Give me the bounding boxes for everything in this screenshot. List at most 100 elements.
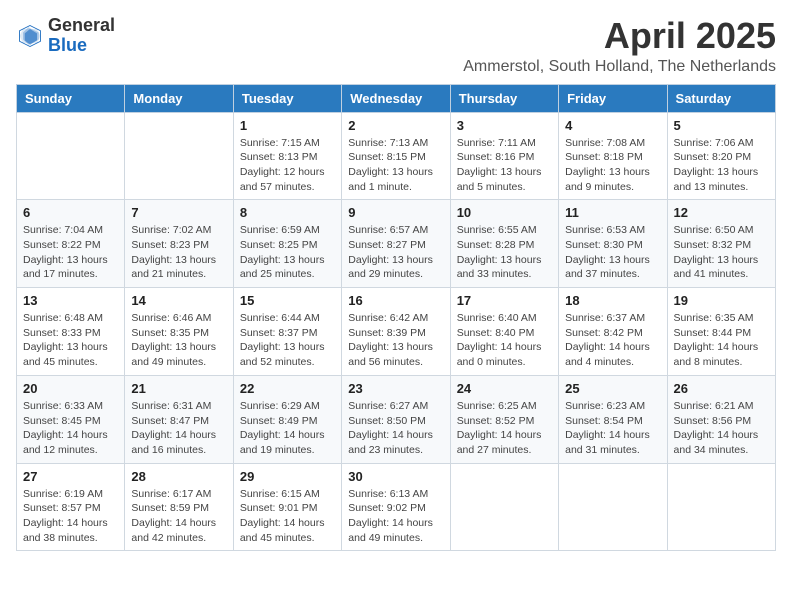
calendar-cell: 8Sunrise: 6:59 AM Sunset: 8:25 PM Daylig… [233,200,341,288]
day-info: Sunrise: 6:29 AM Sunset: 8:49 PM Dayligh… [240,399,335,458]
calendar-cell: 5 Sunrise: 7:06 AM Sunset: 8:20 PM Daylig… [667,112,775,200]
calendar-cell: 10 Sunrise: 6:55 AM Sunset: 8:28 PM Dayli… [450,200,558,288]
day-info: Sunrise: 6:17 AM Sunset: 8:59 PM Dayligh… [131,487,226,546]
day-info: Sunrise: 6:19 AM Sunset: 8:57 PM Dayligh… [23,487,118,546]
calendar-cell: 17 Sunrise: 6:40 AM Sunset: 8:40 PM Dayli… [450,288,558,376]
day-info: Sunrise: 6:40 AM Sunset: 8:40 PM Dayligh… [457,311,552,370]
calendar: SundayMondayTuesdayWednesdayThursdayFrid… [16,84,776,552]
day-info: Sunrise: 6:31 AM Sunset: 8:47 PM Dayligh… [131,399,226,458]
day-number: 16 [348,293,443,308]
calendar-cell: 24 Sunrise: 6:25 AM Sunset: 8:52 PM Dayli… [450,375,558,463]
day-number: 8 [240,205,335,220]
day-info: Sunrise: 6:50 AM Sunset: 8:32 PM Dayligh… [674,223,769,282]
header-day-saturday: Saturday [667,84,775,112]
week-row-0: 1 Sunrise: 7:15 AM Sunset: 8:13 PM Daylig… [17,112,776,200]
day-number: 9 [348,205,443,220]
calendar-cell [450,463,558,551]
day-info: Sunrise: 7:13 AM Sunset: 8:15 PM Dayligh… [348,136,443,195]
calendar-cell [17,112,125,200]
day-info: Sunrise: 6:48 AM Sunset: 8:33 PM Dayligh… [23,311,118,370]
day-number: 24 [457,381,552,396]
day-number: 3 [457,118,552,133]
calendar-cell: 1 Sunrise: 7:15 AM Sunset: 8:13 PM Daylig… [233,112,341,200]
day-number: 12 [674,205,769,220]
header-day-monday: Monday [125,84,233,112]
day-info: Sunrise: 6:46 AM Sunset: 8:35 PM Dayligh… [131,311,226,370]
calendar-cell: 29Sunrise: 6:15 AM Sunset: 9:01 PM Dayli… [233,463,341,551]
day-info: Sunrise: 6:35 AM Sunset: 8:44 PM Dayligh… [674,311,769,370]
calendar-cell: 22 Sunrise: 6:29 AM Sunset: 8:49 PM Dayli… [233,375,341,463]
calendar-cell: 25Sunrise: 6:23 AM Sunset: 8:54 PM Dayli… [559,375,667,463]
calendar-cell: 26Sunrise: 6:21 AM Sunset: 8:56 PM Dayli… [667,375,775,463]
day-number: 1 [240,118,335,133]
calendar-cell: 21 Sunrise: 6:31 AM Sunset: 8:47 PM Dayli… [125,375,233,463]
day-number: 4 [565,118,660,133]
day-number: 20 [23,381,118,396]
day-info: Sunrise: 6:42 AM Sunset: 8:39 PM Dayligh… [348,311,443,370]
title-area: April 2025 Ammerstol, South Holland, The… [463,16,776,76]
day-number: 15 [240,293,335,308]
calendar-cell: 13 Sunrise: 6:48 AM Sunset: 8:33 PM Dayli… [17,288,125,376]
calendar-cell [559,463,667,551]
calendar-cell: 18 Sunrise: 6:37 AM Sunset: 8:42 PM Dayli… [559,288,667,376]
logo-icon [16,22,44,50]
day-info: Sunrise: 6:37 AM Sunset: 8:42 PM Dayligh… [565,311,660,370]
day-number: 30 [348,469,443,484]
day-number: 13 [23,293,118,308]
day-number: 23 [348,381,443,396]
logo-text: General Blue [48,16,115,56]
day-info: Sunrise: 6:15 AM Sunset: 9:01 PM Dayligh… [240,487,335,546]
day-number: 22 [240,381,335,396]
day-info: Sunrise: 6:44 AM Sunset: 8:37 PM Dayligh… [240,311,335,370]
main-title: April 2025 [463,16,776,56]
day-number: 17 [457,293,552,308]
week-row-3: 20 Sunrise: 6:33 AM Sunset: 8:45 PM Dayli… [17,375,776,463]
calendar-cell: 20 Sunrise: 6:33 AM Sunset: 8:45 PM Dayli… [17,375,125,463]
day-number: 14 [131,293,226,308]
day-info: Sunrise: 6:25 AM Sunset: 8:52 PM Dayligh… [457,399,552,458]
day-info: Sunrise: 6:27 AM Sunset: 8:50 PM Dayligh… [348,399,443,458]
header: General Blue April 2025 Ammerstol, South… [16,16,776,76]
calendar-header: SundayMondayTuesdayWednesdayThursdayFrid… [17,84,776,112]
week-row-1: 6 Sunrise: 7:04 AM Sunset: 8:22 PM Daylig… [17,200,776,288]
day-number: 21 [131,381,226,396]
day-info: Sunrise: 7:08 AM Sunset: 8:18 PM Dayligh… [565,136,660,195]
day-number: 28 [131,469,226,484]
calendar-cell: 11 Sunrise: 6:53 AM Sunset: 8:30 PM Dayli… [559,200,667,288]
calendar-cell: 3 Sunrise: 7:11 AM Sunset: 8:16 PM Daylig… [450,112,558,200]
day-number: 5 [674,118,769,133]
day-info: Sunrise: 7:02 AM Sunset: 8:23 PM Dayligh… [131,223,226,282]
day-number: 6 [23,205,118,220]
day-info: Sunrise: 7:15 AM Sunset: 8:13 PM Dayligh… [240,136,335,195]
day-number: 18 [565,293,660,308]
calendar-cell: 2Sunrise: 7:13 AM Sunset: 8:15 PM Daylig… [342,112,450,200]
week-row-2: 13 Sunrise: 6:48 AM Sunset: 8:33 PM Dayli… [17,288,776,376]
calendar-cell: 7Sunrise: 7:02 AM Sunset: 8:23 PM Daylig… [125,200,233,288]
day-number: 25 [565,381,660,396]
calendar-cell: 9Sunrise: 6:57 AM Sunset: 8:27 PM Daylig… [342,200,450,288]
calendar-cell: 30Sunrise: 6:13 AM Sunset: 9:02 PM Dayli… [342,463,450,551]
day-number: 10 [457,205,552,220]
calendar-cell: 28 Sunrise: 6:17 AM Sunset: 8:59 PM Dayli… [125,463,233,551]
calendar-cell: 23 Sunrise: 6:27 AM Sunset: 8:50 PM Dayli… [342,375,450,463]
day-info: Sunrise: 7:06 AM Sunset: 8:20 PM Dayligh… [674,136,769,195]
calendar-cell: 16 Sunrise: 6:42 AM Sunset: 8:39 PM Dayli… [342,288,450,376]
logo-general: General [48,15,115,35]
calendar-cell: 27 Sunrise: 6:19 AM Sunset: 8:57 PM Dayli… [17,463,125,551]
day-number: 26 [674,381,769,396]
day-info: Sunrise: 6:33 AM Sunset: 8:45 PM Dayligh… [23,399,118,458]
header-day-tuesday: Tuesday [233,84,341,112]
header-day-wednesday: Wednesday [342,84,450,112]
header-day-friday: Friday [559,84,667,112]
day-info: Sunrise: 6:55 AM Sunset: 8:28 PM Dayligh… [457,223,552,282]
day-info: Sunrise: 6:53 AM Sunset: 8:30 PM Dayligh… [565,223,660,282]
calendar-cell: 12 Sunrise: 6:50 AM Sunset: 8:32 PM Dayli… [667,200,775,288]
day-info: Sunrise: 7:11 AM Sunset: 8:16 PM Dayligh… [457,136,552,195]
logo: General Blue [16,16,115,56]
day-number: 27 [23,469,118,484]
day-number: 11 [565,205,660,220]
calendar-cell: 15 Sunrise: 6:44 AM Sunset: 8:37 PM Dayli… [233,288,341,376]
day-info: Sunrise: 7:04 AM Sunset: 8:22 PM Dayligh… [23,223,118,282]
header-day-thursday: Thursday [450,84,558,112]
day-number: 19 [674,293,769,308]
